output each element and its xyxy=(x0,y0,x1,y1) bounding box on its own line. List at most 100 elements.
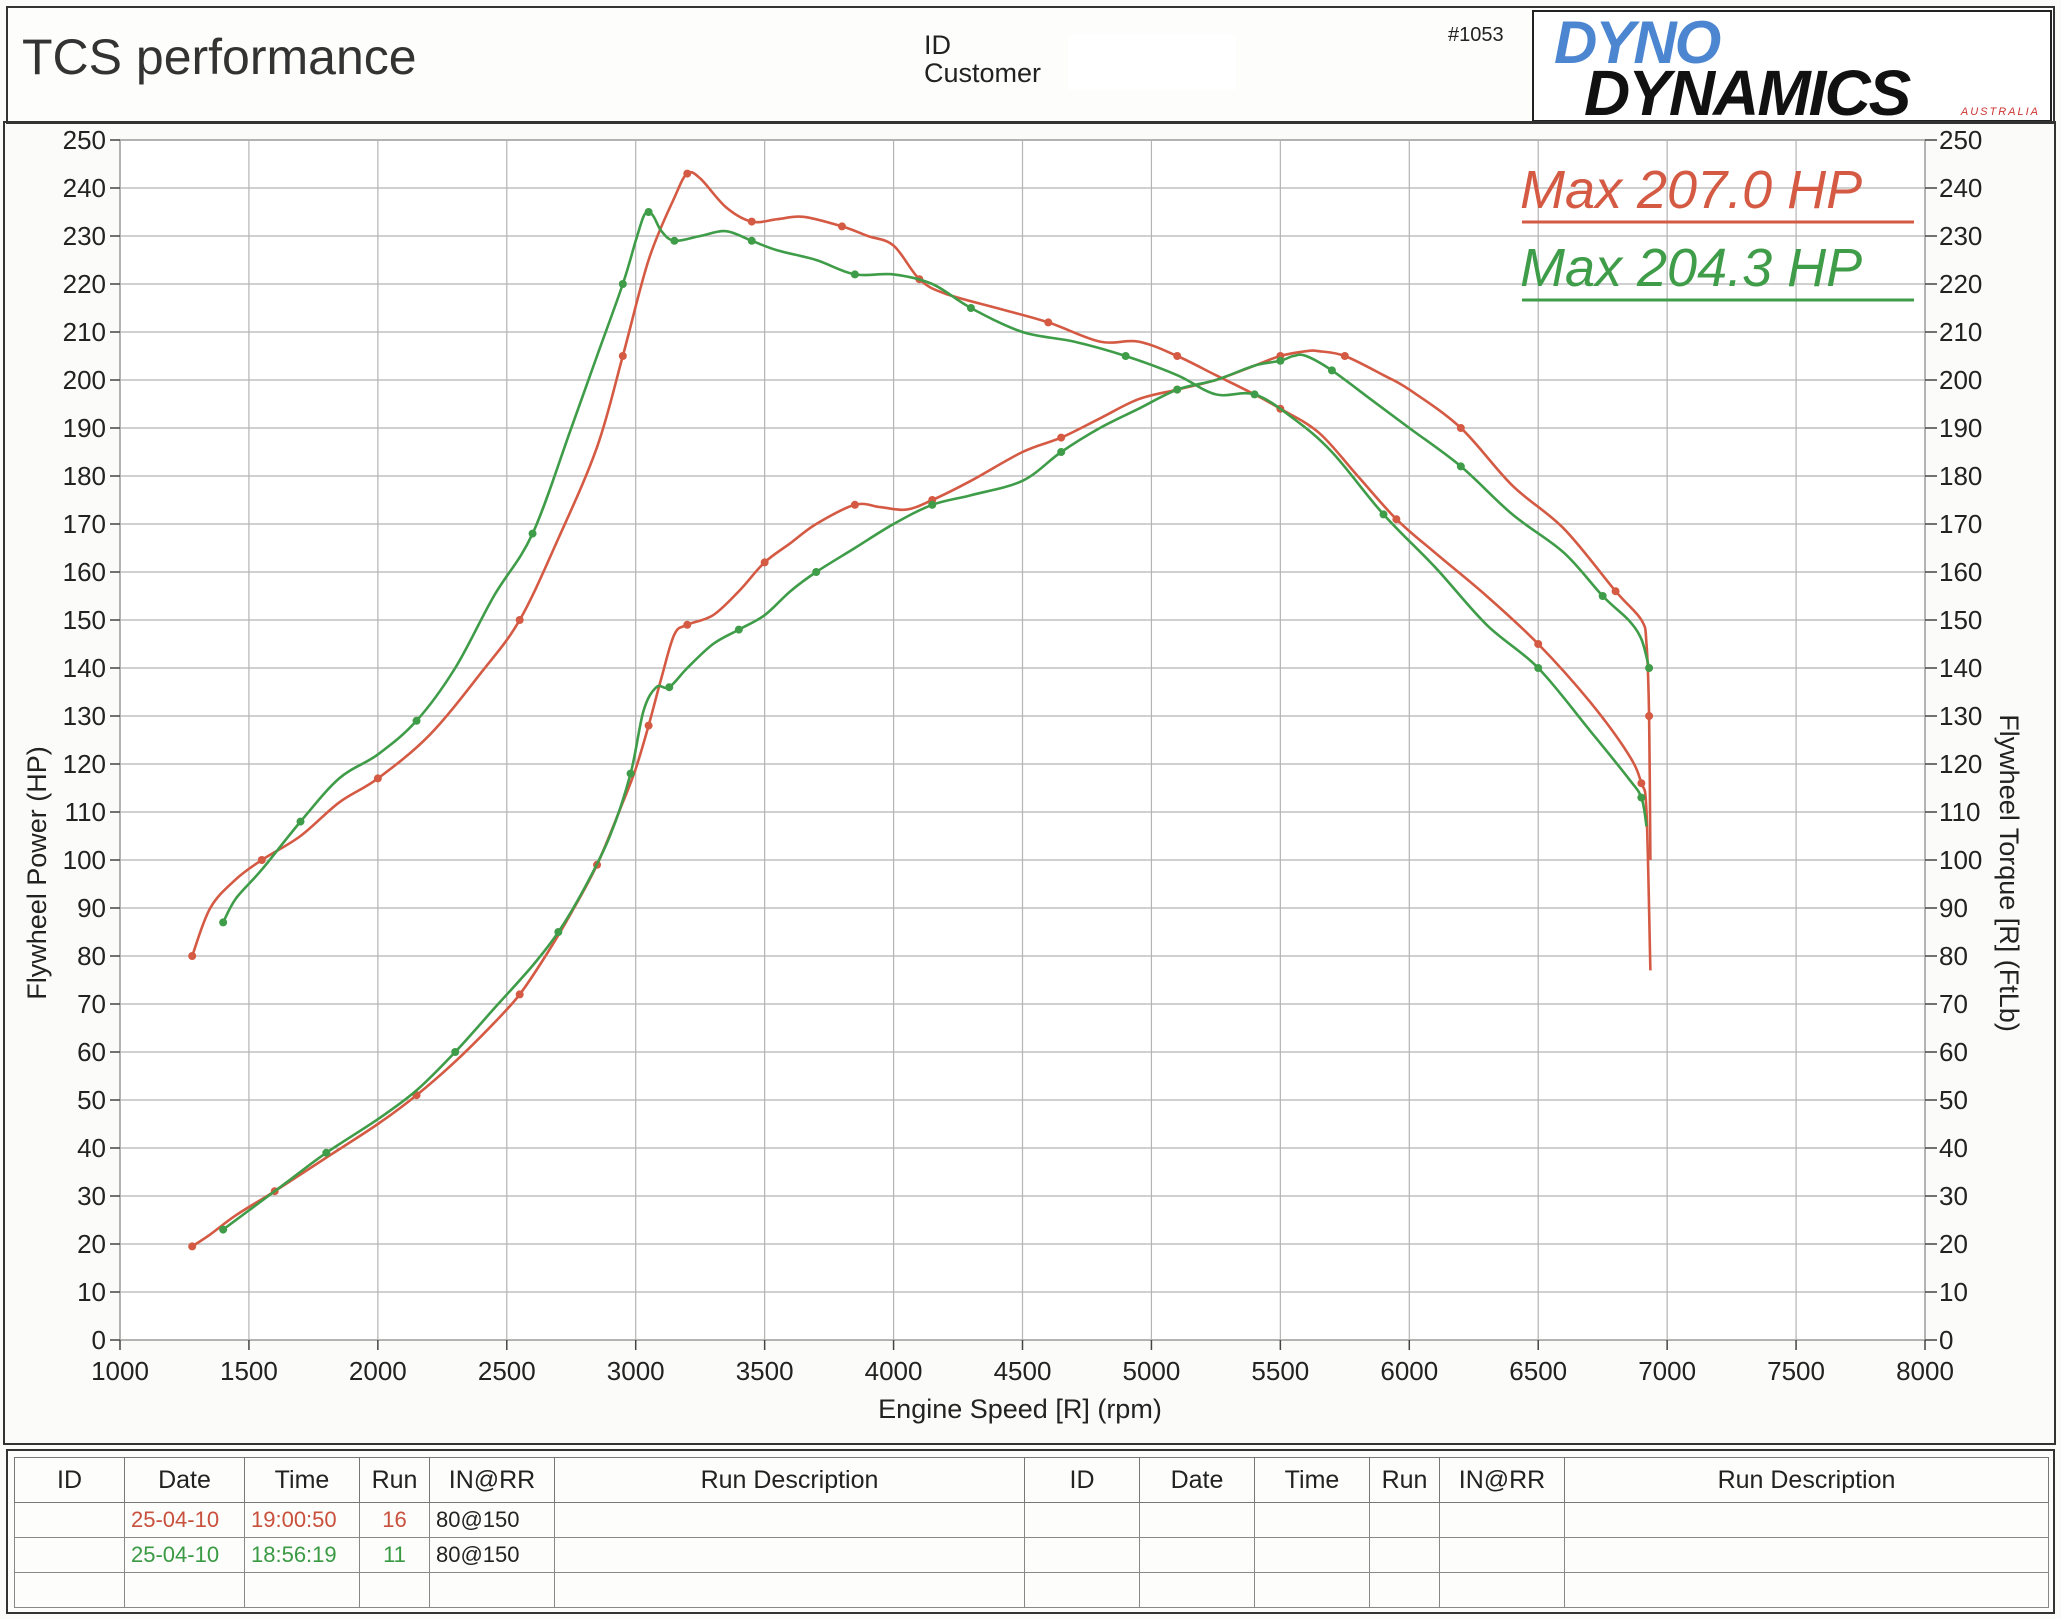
y-axis-left: 0 10 20 30 40 50 60 70 80 90 100 110 120 130 140 150 160… xyxy=(63,125,120,1355)
y-tick-label-left: 70 xyxy=(77,989,106,1019)
data-point xyxy=(1173,385,1182,394)
x-tick-label: 6500 xyxy=(1509,1356,1567,1386)
table-row xyxy=(14,1572,2049,1608)
data-point xyxy=(683,620,692,629)
cell-empty xyxy=(1254,1572,1370,1608)
cell-date: 25-04-10 xyxy=(124,1537,245,1573)
data-point xyxy=(1534,664,1543,672)
header-date-right: Date xyxy=(1139,1457,1255,1503)
y-tick-label-left: 140 xyxy=(63,653,106,683)
logo-bottom-text: DYNAMICS xyxy=(1584,57,1911,122)
cell-empty xyxy=(1024,1572,1140,1608)
cell-empty xyxy=(1439,1537,1565,1573)
x-tick-label: 2000 xyxy=(349,1356,407,1386)
data-point xyxy=(219,918,228,927)
cell-empty xyxy=(1369,1537,1440,1573)
x-tick-label: 5000 xyxy=(1123,1356,1181,1386)
data-point xyxy=(1598,592,1607,600)
y-tick-label-right: 50 xyxy=(1939,1085,1968,1115)
y-tick-label-left: 110 xyxy=(65,797,106,827)
data-point xyxy=(665,683,674,692)
cell-empty xyxy=(554,1572,1025,1608)
x-tick-label: 3500 xyxy=(736,1356,794,1386)
data-point xyxy=(451,1048,460,1056)
x-tick-label: 5500 xyxy=(1251,1356,1309,1386)
table-row: 25-04-10 19:00:50 16 80@150 xyxy=(14,1502,2049,1538)
cell-empty xyxy=(1564,1502,2049,1538)
data-point xyxy=(322,1148,331,1157)
y-tick-label-left: 50 xyxy=(77,1085,106,1115)
data-point xyxy=(257,856,266,864)
y-tick-label-right: 180 xyxy=(1939,461,1982,491)
data-point xyxy=(1250,390,1259,399)
x-tick-label: 6000 xyxy=(1380,1356,1438,1386)
y-tick-label-left: 10 xyxy=(77,1277,106,1307)
y-tick-label-right: 130 xyxy=(1939,701,1982,731)
header-inrr-left: IN@RR xyxy=(429,1457,555,1503)
table-row: 25-04-10 18:56:19 11 80@150 xyxy=(14,1537,2049,1573)
logo-sub-text: AUSTRALIA xyxy=(1960,106,2040,118)
cell-empty xyxy=(1139,1502,1255,1538)
y-tick-label-right: 250 xyxy=(1939,125,1982,155)
data-point xyxy=(747,236,756,245)
y-tick-label-left: 240 xyxy=(63,173,106,203)
y-tick-label-right: 220 xyxy=(1939,269,1982,299)
data-point xyxy=(760,558,769,567)
cell-run: 11 xyxy=(359,1537,430,1573)
cell-empty xyxy=(429,1572,555,1608)
data-point xyxy=(515,990,524,999)
data-point xyxy=(644,208,653,216)
cell-time: 19:00:50 xyxy=(244,1502,360,1538)
y-tick-label-left: 150 xyxy=(63,605,106,635)
header-date-left: Date xyxy=(124,1457,245,1503)
data-point xyxy=(670,236,679,245)
y-tick-label-left: 250 xyxy=(63,125,106,155)
data-point xyxy=(1637,793,1646,802)
y-tick-label-left: 210 xyxy=(63,317,106,347)
x-tick-label: 2500 xyxy=(478,1356,536,1386)
y-tick-label-right: 240 xyxy=(1939,173,1982,203)
header-time-right: Time xyxy=(1254,1457,1370,1503)
data-point xyxy=(1379,510,1388,519)
data-point xyxy=(683,169,692,178)
y-tick-label-right: 210 xyxy=(1939,317,1982,347)
data-point xyxy=(850,270,859,279)
cell-empty xyxy=(1369,1572,1440,1608)
cell-empty xyxy=(1369,1502,1440,1538)
data-point xyxy=(1392,515,1401,524)
data-point xyxy=(644,721,653,730)
x-tick-label: 8000 xyxy=(1896,1356,1954,1386)
header-run-left: Run xyxy=(359,1457,430,1503)
x-axis: 1000 1500 2000 2500 3000 3500 4000 4500 5000 5500… xyxy=(91,1340,1954,1386)
cell-empty xyxy=(1564,1537,2049,1573)
data-point xyxy=(618,280,627,288)
cell-empty xyxy=(244,1572,360,1608)
data-point xyxy=(412,716,421,725)
cell-empty xyxy=(1564,1572,2049,1608)
runs-table: ID Date Time Run IN@RR Run Description I… xyxy=(14,1457,2049,1608)
cell-empty xyxy=(1024,1537,1140,1573)
data-point xyxy=(838,222,846,231)
y-tick-label-right: 230 xyxy=(1939,221,1982,251)
y-tick-label-right: 200 xyxy=(1939,365,1982,395)
y-tick-label-right: 40 xyxy=(1939,1133,1968,1163)
data-point xyxy=(928,500,937,509)
y-tick-label-left: 100 xyxy=(63,845,106,875)
annotation-green-max: Max 204.3 HP xyxy=(1520,238,1862,298)
y-tick-label-right: 140 xyxy=(1939,653,1982,683)
x-tick-label: 7500 xyxy=(1767,1356,1825,1386)
cell-empty xyxy=(1024,1502,1140,1538)
data-point xyxy=(1637,779,1646,788)
cell-empty xyxy=(124,1572,245,1608)
data-point xyxy=(1456,462,1465,471)
company-name: TCS performance xyxy=(22,29,417,85)
data-point xyxy=(1044,318,1053,327)
x-tick-label: 7000 xyxy=(1638,1356,1696,1386)
data-point xyxy=(618,352,627,360)
x-tick-label: 3000 xyxy=(607,1356,665,1386)
data-point xyxy=(554,928,563,936)
y-tick-label-right: 0 xyxy=(1939,1325,1953,1355)
report-number: #1053 xyxy=(1448,24,1504,46)
header-time-left: Time xyxy=(244,1457,360,1503)
y-tick-label-right: 30 xyxy=(1939,1181,1968,1211)
